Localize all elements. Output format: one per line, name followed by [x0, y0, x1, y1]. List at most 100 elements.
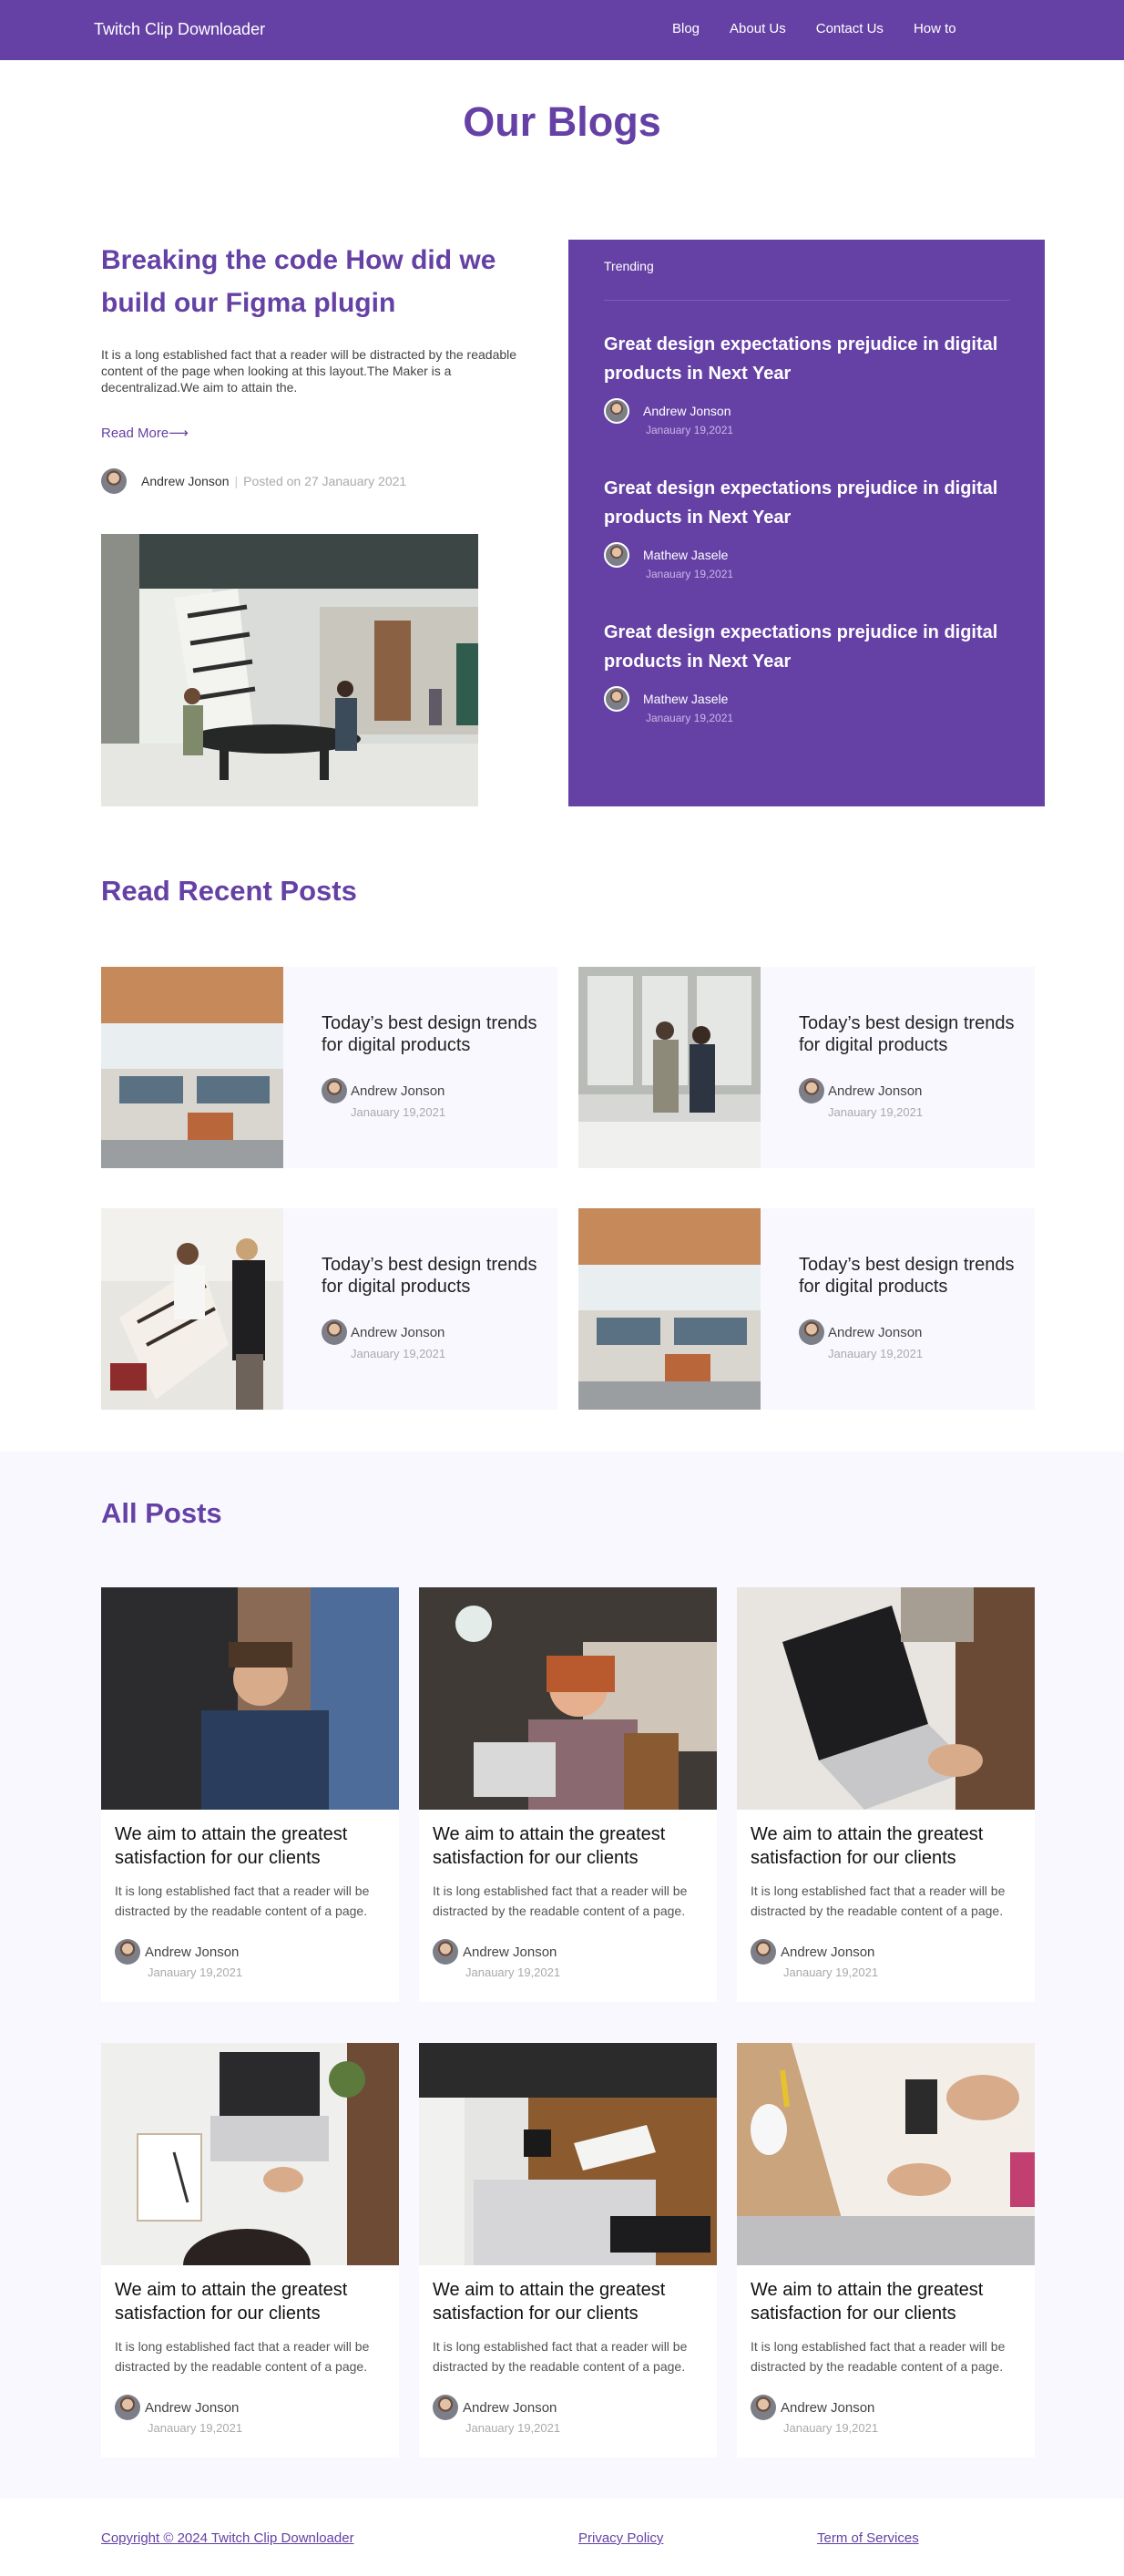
post-card[interactable]: We aim to attain the greatest satisfacti…	[419, 2043, 717, 2458]
author-name: Mathew Jasele	[643, 548, 729, 562]
post-author-row: Andrew Jonson	[433, 1939, 706, 1965]
post-date: Janauary 19,2021	[465, 2421, 561, 2435]
post-card[interactable]: We aim to attain the greatest satisfacti…	[737, 2043, 1035, 2458]
post-author-row: Andrew Jonson	[115, 1939, 388, 1965]
author-name: Andrew Jonson	[643, 404, 731, 418]
read-more-link[interactable]: Read More⟶	[101, 425, 189, 441]
post-excerpt: It is long established fact that a reade…	[115, 1883, 370, 1918]
trending-item-title[interactable]: Great design expectations prejudice in d…	[604, 330, 1005, 388]
post-date: Janauary 19,2021	[828, 1105, 924, 1119]
author-name: Andrew Jonson	[351, 1324, 445, 1340]
brand-logo-text[interactable]: Twitch Clip Downloader	[94, 20, 265, 39]
recent-post-card[interactable]: Today’s best design trends for digital p…	[101, 1208, 557, 1410]
terms-of-service-link[interactable]: Term of Services	[817, 2530, 919, 2546]
avatar	[604, 686, 629, 712]
post-body: We aim to attain the greatest satisfacti…	[751, 2278, 1024, 2435]
post-card[interactable]: We aim to attain the greatest satisfacti…	[419, 1587, 717, 2002]
nav-link-about-us[interactable]: About Us	[730, 21, 786, 36]
post-date: Janauary 19,2021	[148, 1965, 243, 1979]
posted-date: Posted on 27 Janauary 2021	[243, 474, 407, 488]
trending-item[interactable]: Great design expectations prejudice in d…	[604, 330, 1005, 436]
post-date: Janauary 19,2021	[828, 1347, 924, 1360]
post-image[interactable]	[419, 1587, 717, 1810]
post-card[interactable]: We aim to attain the greatest satisfacti…	[101, 2043, 399, 2458]
all-posts-heading: All Posts	[101, 1497, 222, 1529]
recent-author-row: Andrew Jonson	[322, 1319, 549, 1345]
privacy-policy-link[interactable]: Privacy Policy	[578, 2530, 663, 2546]
post-date: Janauary 19,2021	[646, 568, 734, 580]
trending-author-row: Mathew Jasele	[604, 686, 1005, 712]
post-body: We aim to attain the greatest satisfacti…	[751, 1822, 1024, 1979]
post-date: Janauary 19,2021	[351, 1105, 446, 1119]
post-image[interactable]	[419, 2043, 717, 2265]
post-title[interactable]: We aim to attain the greatest satisfacti…	[433, 2278, 706, 2325]
author-name: Andrew Jonson	[141, 474, 230, 488]
post-author-row: Andrew Jonson	[751, 2395, 1024, 2420]
author-name: Andrew Jonson	[781, 2399, 875, 2416]
post-excerpt: It is long established fact that a reade…	[433, 1883, 688, 1918]
post-image[interactable]	[101, 2043, 399, 2265]
recent-post-title[interactable]: Today’s best design trends for digital p…	[322, 1254, 549, 1298]
post-author-row: Andrew Jonson	[751, 1939, 1024, 1965]
trending-panel: Trending Great design expectations preju…	[568, 240, 1045, 806]
trending-item[interactable]: Great design expectations prejudice in d…	[604, 474, 1005, 580]
recent-posts-heading: Read Recent Posts	[101, 875, 357, 907]
post-title[interactable]: We aim to attain the greatest satisfacti…	[115, 1822, 388, 1870]
recent-post-card[interactable]: Today’s best design trends for digital p…	[101, 967, 557, 1168]
avatar	[751, 1939, 776, 1965]
avatar	[604, 398, 629, 424]
post-image[interactable]	[737, 1587, 1035, 1810]
post-date: Janauary 19,2021	[148, 2421, 243, 2435]
meta-separator: |	[234, 474, 239, 488]
post-image[interactable]	[737, 2043, 1035, 2265]
recent-post-image[interactable]	[578, 967, 761, 1168]
recent-post-title[interactable]: Today’s best design trends for digital p…	[322, 1012, 549, 1056]
post-date: Janauary 19,2021	[783, 2421, 879, 2435]
nav-link-blog[interactable]: Blog	[672, 21, 700, 36]
avatar	[751, 2395, 776, 2420]
post-card[interactable]: We aim to attain the greatest satisfacti…	[101, 1587, 399, 2002]
nav-link-contact-us[interactable]: Contact Us	[816, 21, 884, 36]
page-title: Our Blogs	[463, 98, 661, 145]
post-title[interactable]: We aim to attain the greatest satisfacti…	[433, 1822, 706, 1870]
avatar	[799, 1078, 824, 1103]
hero-post-title[interactable]: Breaking the code How did we build our F…	[101, 239, 557, 324]
recent-post-body: Today’s best design trends for digital p…	[799, 1254, 1027, 1360]
post-date: Janauary 19,2021	[646, 424, 734, 436]
trending-item-title[interactable]: Great design expectations prejudice in d…	[604, 618, 1005, 676]
post-author-row: Andrew Jonson	[115, 2395, 388, 2420]
avatar	[115, 1939, 140, 1965]
copyright-link[interactable]: Copyright © 2024 Twitch Clip Downloader	[101, 2530, 354, 2546]
post-date: Janauary 19,2021	[783, 1965, 879, 1979]
author-name: Andrew Jonson	[145, 1944, 240, 1960]
recent-post-image[interactable]	[101, 1208, 283, 1410]
post-date: Janauary 19,2021	[646, 712, 734, 724]
recent-post-card[interactable]: Today’s best design trends for digital p…	[578, 1208, 1035, 1410]
recent-post-body: Today’s best design trends for digital p…	[799, 1012, 1027, 1119]
nav-link-how-to[interactable]: How to	[914, 21, 956, 36]
post-title[interactable]: We aim to attain the greatest satisfacti…	[751, 1822, 1024, 1870]
recent-post-title[interactable]: Today’s best design trends for digital p…	[799, 1012, 1027, 1056]
post-card[interactable]: We aim to attain the greatest satisfacti…	[737, 1587, 1035, 2002]
recent-post-body: Today’s best design trends for digital p…	[322, 1012, 549, 1119]
avatar	[115, 2395, 140, 2420]
trending-author-row: Andrew Jonson	[604, 398, 1005, 424]
recent-post-image[interactable]	[101, 967, 283, 1168]
recent-post-title[interactable]: Today’s best design trends for digital p…	[799, 1254, 1027, 1298]
post-image[interactable]	[101, 1587, 399, 1810]
hero-office-image[interactable]	[101, 534, 478, 806]
trending-divider	[604, 300, 1010, 301]
author-name: Andrew Jonson	[781, 1944, 875, 1960]
trending-item-title[interactable]: Great design expectations prejudice in d…	[604, 474, 1005, 532]
post-title[interactable]: We aim to attain the greatest satisfacti…	[115, 2278, 388, 2325]
trending-item[interactable]: Great design expectations prejudice in d…	[604, 618, 1005, 724]
post-author-row: Andrew Jonson	[433, 2395, 706, 2420]
post-body: We aim to attain the greatest satisfacti…	[433, 2278, 706, 2435]
post-excerpt: It is long established fact that a reade…	[751, 2339, 1006, 2374]
post-title[interactable]: We aim to attain the greatest satisfacti…	[751, 2278, 1024, 2325]
trending-author-row: Mathew Jasele	[604, 542, 1005, 568]
recent-post-image[interactable]	[578, 1208, 761, 1410]
trending-label: Trending	[604, 259, 654, 273]
recent-post-card[interactable]: Today’s best design trends for digital p…	[578, 967, 1035, 1168]
author-name: Andrew Jonson	[351, 1083, 445, 1099]
